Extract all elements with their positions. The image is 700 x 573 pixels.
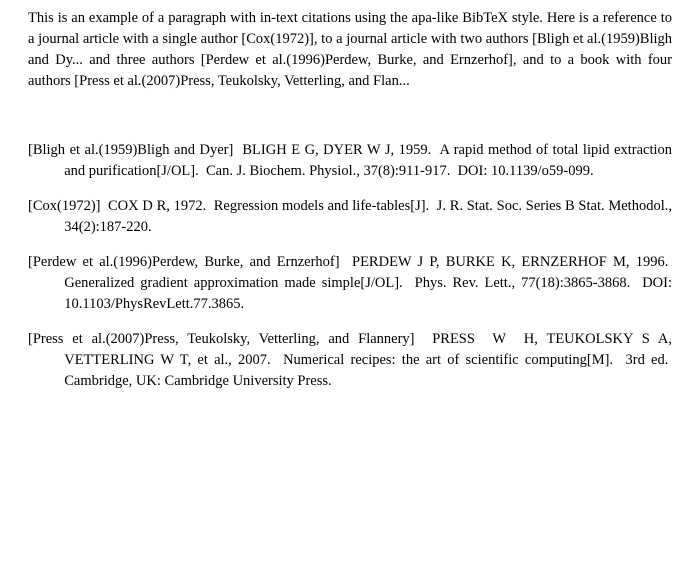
reference-text: [Press et al.(2007)Press, Teukolsky, Vet… — [28, 329, 672, 392]
reference-item: [Perdew et al.(1996)Perdew, Burke, and E… — [28, 252, 672, 315]
reference-text: [Perdew et al.(1996)Perdew, Burke, and E… — [28, 252, 672, 315]
reference-item: [Bligh et al.(1959)Bligh and Dyer] BLIGH… — [28, 140, 672, 182]
reference-text: [Bligh et al.(1959)Bligh and Dyer] BLIGH… — [28, 140, 672, 182]
reference-item: [Press et al.(2007)Press, Teukolsky, Vet… — [28, 329, 672, 392]
intro-text: This is an example of a paragraph with i… — [28, 10, 672, 89]
reference-text: [Cox(1972)] COX D R, 1972. Regression mo… — [28, 196, 672, 238]
reference-item: [Cox(1972)] COX D R, 1972. Regression mo… — [28, 196, 672, 238]
page-container: This is an example of a paragraph with i… — [0, 0, 700, 573]
references-section: [Bligh et al.(1959)Bligh and Dyer] BLIGH… — [28, 140, 672, 392]
intro-paragraph: This is an example of a paragraph with i… — [28, 8, 672, 92]
